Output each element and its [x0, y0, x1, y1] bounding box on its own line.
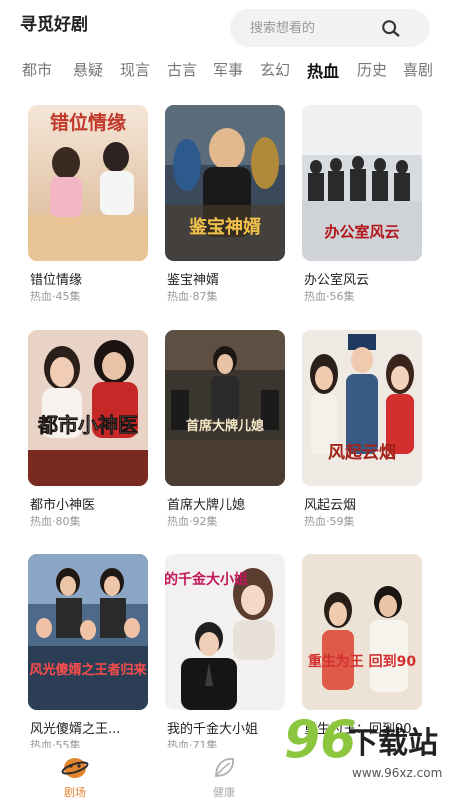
watermark-text: 下载站 — [348, 726, 438, 761]
card-title[interactable]: 办公室风云 — [304, 269, 434, 288]
tab-dushi[interactable]: 都市 — [22, 59, 52, 80]
card-meta: 热血·87集 — [167, 290, 218, 303]
nav-label: 剧场 — [64, 786, 86, 799]
poster-title: 都市小神医 — [37, 413, 138, 437]
watermark-logo: 96 下载站 www.96xz.com — [280, 708, 450, 798]
tab-xiju[interactable]: 喜剧 — [403, 59, 433, 80]
card-meta: 热血·59集 — [304, 515, 355, 528]
header: 寻觅好剧 — [0, 0, 450, 52]
brand-title: 寻觅好剧 — [20, 15, 88, 35]
card-meta: 热血·56集 — [304, 290, 355, 303]
card-meta: 热血·45集 — [30, 290, 81, 303]
search-icon[interactable] — [380, 18, 402, 40]
poster-title: 办公室风云 — [324, 223, 399, 241]
poster-image[interactable]: 都市小神医 — [28, 330, 148, 486]
poster-image[interactable]: 风光傻婿之王者归来 — [28, 554, 148, 710]
tab-xianyan[interactable]: 现言 — [120, 59, 150, 80]
poster-title: 风光傻婿之王者归来 — [29, 662, 147, 678]
card-title[interactable]: 我的千金大小姐 — [167, 718, 297, 737]
theater-icon — [61, 758, 89, 778]
poster-title: 风起云烟 — [328, 442, 396, 463]
card-title[interactable]: 风光傻婿之王... — [30, 718, 160, 737]
poster-image[interactable]: 错位情缘 — [28, 105, 148, 261]
leaf-icon — [215, 758, 234, 777]
poster-title: 我的千金大小姐 — [165, 571, 248, 588]
poster-image[interactable]: 鉴宝神婿 — [165, 105, 285, 261]
card-meta: 热血·80集 — [30, 515, 81, 528]
poster-image[interactable]: 我的千金大小姐 — [165, 554, 285, 710]
card-title[interactable]: 都市小神医 — [30, 494, 160, 513]
tab-xuanhuan[interactable]: 玄幻 — [260, 59, 290, 80]
card-title[interactable]: 首席大牌儿媳 — [167, 494, 297, 513]
tab-xuanyi[interactable]: 悬疑 — [73, 59, 103, 80]
nav-label: 健康 — [213, 786, 235, 799]
watermark-number: 96 — [284, 710, 357, 770]
category-tabs: 都市 悬疑 现言 古言 军事 玄幻 热血 历史 喜剧 — [0, 56, 450, 86]
poster-title: 首席大牌儿媳 — [186, 418, 264, 434]
nav-theater[interactable]: 剧场 — [45, 754, 105, 800]
tab-guyan[interactable]: 古言 — [167, 59, 197, 80]
watermark-url: www.96xz.com — [352, 766, 443, 780]
poster-image[interactable]: 办公室风云 — [302, 105, 422, 261]
nav-health[interactable]: 健康 — [194, 754, 254, 800]
poster-title: 重生为王 回到90 — [308, 653, 417, 670]
poster-image[interactable]: 首席大牌儿媳 — [165, 330, 285, 486]
card-title[interactable]: 鉴宝神婿 — [167, 269, 297, 288]
tab-lishi[interactable]: 历史 — [357, 59, 387, 80]
poster-image[interactable]: 风起云烟 — [302, 330, 422, 486]
search-bar[interactable] — [230, 9, 430, 47]
tab-junshi[interactable]: 军事 — [213, 59, 243, 80]
search-input[interactable] — [250, 9, 390, 47]
card-title[interactable]: 风起云烟 — [304, 494, 434, 513]
tab-rexue[interactable]: 热血 — [307, 58, 339, 82]
poster-image[interactable]: 重生为王 回到90 — [302, 554, 422, 710]
poster-title: 错位情缘 — [50, 111, 126, 134]
card-title[interactable]: 错位情缘 — [30, 269, 160, 288]
poster-title: 鉴宝神婿 — [188, 216, 261, 238]
card-meta: 热血·92集 — [167, 515, 218, 528]
